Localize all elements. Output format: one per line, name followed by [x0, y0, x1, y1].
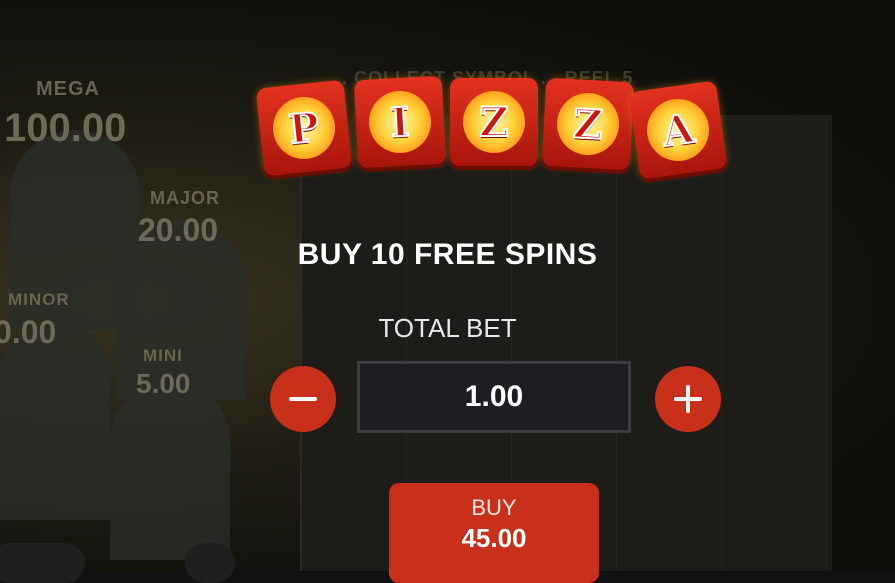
buy-button-price: 45.00 — [461, 523, 527, 553]
minus-icon — [289, 397, 317, 401]
logo-box: P — [255, 79, 353, 177]
jackpot-mega-label: MEGA — [36, 78, 100, 100]
increase-bet-button[interactable] — [655, 366, 721, 432]
jackpot-mini-value: 5.00 — [136, 368, 191, 399]
jackpot-major-label: MAJOR — [150, 188, 221, 208]
jackpot-mega-value: 100.00 — [4, 106, 127, 150]
decrease-bet-button[interactable] — [270, 366, 336, 432]
bottom-control-button — [0, 543, 85, 583]
total-bet-value: 1.00 — [357, 361, 631, 433]
logo-box: Z — [541, 77, 635, 171]
logo-letter: Z — [478, 98, 509, 147]
buy-button-label: BUY — [471, 495, 517, 520]
logo-letter: I — [388, 97, 411, 147]
total-bet-label: TOTAL BET — [378, 313, 517, 343]
jackpot-minor-label: MINOR — [8, 290, 70, 309]
logo-letter: Z — [571, 99, 605, 149]
jackpot-mini-label: MINI — [143, 346, 183, 365]
plus-icon — [674, 385, 702, 413]
dialog-title: BUY 10 FREE SPINS — [297, 238, 598, 271]
logo-box: A — [628, 80, 728, 180]
logo-box: Z — [450, 78, 538, 166]
logo-letter: P — [286, 102, 323, 154]
bottom-control-button — [185, 543, 235, 583]
jackpot-mini-frame — [110, 380, 230, 560]
buy-button[interactable]: BUY 45.00 — [389, 483, 599, 583]
pizza-logo: P I Z Z A — [255, 70, 728, 190]
logo-box: I — [353, 75, 447, 169]
logo-letter: A — [658, 104, 697, 157]
